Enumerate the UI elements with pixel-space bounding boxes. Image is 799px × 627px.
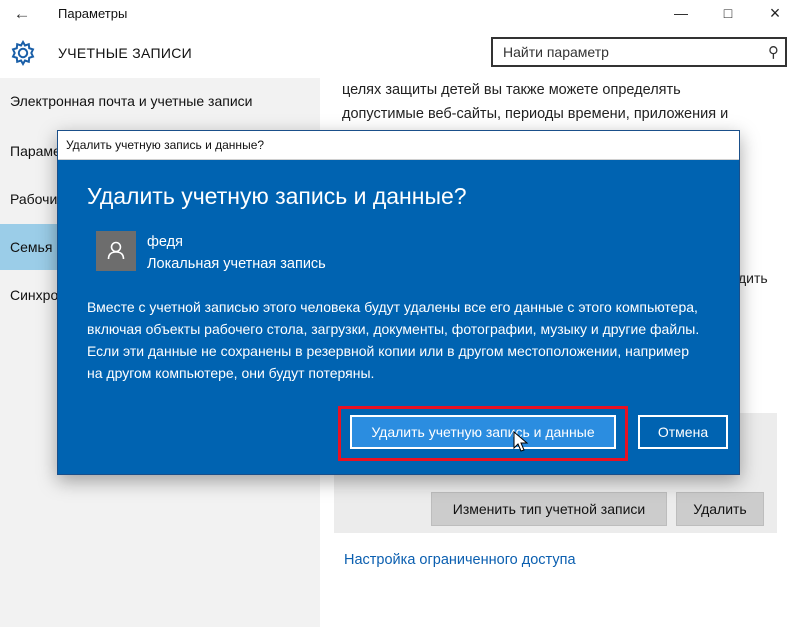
- person-icon: [107, 241, 125, 260]
- description-line: целях защиты детей вы также можете опред…: [342, 82, 681, 98]
- delete-account-dialog: Удалить учетную запись и данные? Удалить…: [57, 130, 740, 475]
- family-description: целях защиты детей вы также можете опред…: [342, 78, 782, 126]
- close-icon[interactable]: ×: [752, 0, 798, 28]
- window-titlebar: ← Параметры — □ ×: [0, 0, 799, 28]
- search-box[interactable]: ⚲: [491, 37, 787, 67]
- change-account-type-button[interactable]: Изменить тип учетной записи: [431, 492, 667, 526]
- gear-icon: [11, 39, 35, 67]
- page-title: УЧЕТНЫЕ ЗАПИСИ: [58, 45, 192, 61]
- account-name: федя: [147, 234, 183, 250]
- warning-text: Вместе с учетной записью этого человека …: [87, 299, 700, 381]
- cancel-button[interactable]: Отмена: [638, 415, 728, 449]
- minimize-icon[interactable]: —: [658, 0, 704, 28]
- sidebar-item-email[interactable]: Электронная почта и учетные записи: [0, 78, 320, 124]
- search-icon[interactable]: ⚲: [768, 43, 779, 61]
- restricted-access-link[interactable]: Настройка ограниченного доступа: [344, 552, 576, 568]
- search-input[interactable]: [493, 39, 753, 65]
- maximize-icon[interactable]: □: [705, 0, 751, 28]
- account-type: Локальная учетная запись: [147, 256, 326, 272]
- page-header: УЧЕТНЫЕ ЗАПИСИ ⚲: [0, 28, 799, 78]
- user-avatar-icon: [96, 231, 136, 271]
- back-arrow-icon[interactable]: ←: [10, 3, 34, 25]
- delete-account-button[interactable]: Удалить: [676, 492, 764, 526]
- partial-text: дить: [738, 270, 768, 286]
- confirm-delete-button[interactable]: Удалить учетную запись и данные: [350, 415, 616, 449]
- mouse-cursor-icon: [513, 431, 529, 452]
- dialog-window-title: Удалить учетную запись и данные?: [66, 138, 265, 152]
- dialog-titlebar: Удалить учетную запись и данные?: [58, 131, 739, 160]
- window-title: Параметры: [58, 6, 128, 21]
- dialog-heading: Удалить учетную запись и данные?: [87, 183, 467, 209]
- description-line: допустимые веб-сайты, периоды времени, п…: [342, 106, 729, 122]
